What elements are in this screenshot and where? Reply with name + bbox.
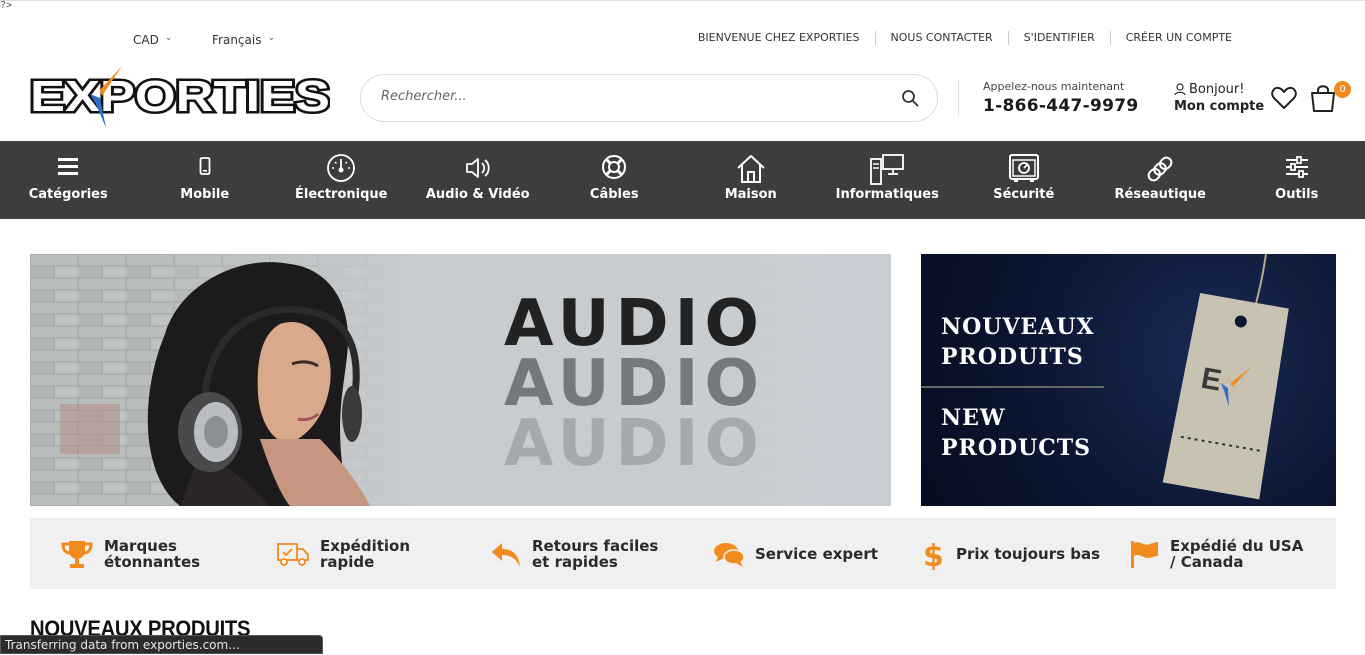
return-arrow-icon	[490, 539, 522, 569]
nav-item-computers[interactable]: Informatiques	[819, 141, 956, 219]
nouveaux-produits-text: NOUVEAUX PRODUITS	[941, 312, 1095, 372]
new-products-banner[interactable]: E NOUVEAUX PRODUITS NEW PRODUCTS	[921, 254, 1336, 506]
gauge-icon	[326, 153, 356, 183]
greeting-text: Bonjour!	[1189, 82, 1244, 97]
banner-line: NEW	[941, 403, 1091, 433]
search-input[interactable]	[381, 89, 861, 104]
nav-item-audio-video[interactable]: Audio & Vidéo	[410, 141, 547, 219]
nav-label: Sécurité	[993, 187, 1054, 202]
dollar-icon: $	[920, 538, 946, 570]
top-bar: CAD ⌄ Français ⌄ BIENVENUE CHEZ EXPORTIE…	[0, 0, 1365, 62]
welcome-link[interactable]: BIENVENUE CHEZ EXPORTIES	[683, 31, 875, 45]
top-links: BIENVENUE CHEZ EXPORTIES NOUS CONTACTER …	[683, 31, 1247, 45]
login-link[interactable]: S'IDENTIFIER	[1008, 31, 1110, 45]
feature-label: Expédition rapide	[320, 538, 430, 570]
user-icon	[1174, 83, 1186, 96]
nav-item-categories[interactable]: Catégories	[0, 141, 137, 219]
phone-number[interactable]: 1-866-447-9979	[983, 96, 1138, 116]
nav-label: Maison	[725, 187, 777, 202]
lifebuoy-icon	[599, 153, 629, 183]
wishlist-heart-icon[interactable]	[1271, 86, 1297, 110]
nav-label: Catégories	[29, 187, 108, 202]
delivery-truck-icon	[276, 540, 310, 568]
features-strip: Marques étonnantes Expédition rapide Ret…	[30, 518, 1336, 589]
nav-label: Outils	[1275, 187, 1318, 202]
phone-block: Appelez-nous maintenant 1-866-447-9979	[958, 80, 1138, 116]
house-icon	[735, 153, 767, 185]
feature-service: Service expert	[713, 518, 878, 589]
nav-label: Audio & Vidéo	[426, 187, 530, 202]
search-bar	[360, 74, 938, 122]
banner-line: NOUVEAUX	[941, 312, 1095, 342]
chevron-down-icon: ⌄	[267, 33, 275, 43]
sliders-icon	[1283, 153, 1311, 181]
feature-prices: $ Prix toujours bas	[920, 518, 1100, 589]
flag-icon	[1128, 539, 1160, 569]
contact-link[interactable]: NOUS CONTACTER	[875, 31, 1008, 45]
language-label: Français	[212, 33, 261, 47]
browser-status-bar: Transferring data from exporties.com...	[0, 635, 323, 654]
computer-icon	[870, 153, 904, 185]
currency-label: CAD	[133, 33, 159, 47]
logo-graphic: EXPORTIES EXPORTIES	[30, 64, 330, 130]
currency-selector[interactable]: CAD ⌄	[133, 33, 172, 47]
nav-label: Électronique	[295, 187, 388, 202]
svg-text:$: $	[923, 539, 944, 570]
price-tag-graphic: E	[921, 254, 1336, 506]
nav-label: Câbles	[590, 187, 639, 202]
feature-label: Retours faciles et rapides	[532, 538, 672, 570]
phone-label: Appelez-nous maintenant	[983, 80, 1138, 93]
feature-origin: Expédié du USA / Canada	[1128, 518, 1310, 589]
feature-returns: Retours faciles et rapides	[490, 518, 672, 589]
banner-line: PRODUITS	[941, 342, 1095, 372]
safe-icon	[1008, 153, 1040, 183]
feature-label: Prix toujours bas	[956, 546, 1100, 562]
hamburger-icon	[56, 153, 80, 179]
nav-item-cables[interactable]: Câbles	[546, 141, 683, 219]
nav-item-mobile[interactable]: Mobile	[137, 141, 274, 219]
new-products-text: NEW PRODUCTS	[941, 403, 1091, 463]
nav-item-networking[interactable]: Réseautique	[1092, 141, 1229, 219]
feature-label: Service expert	[755, 546, 878, 562]
cart-bag-icon[interactable]	[1309, 83, 1337, 113]
language-selector[interactable]: Français ⌄	[212, 33, 275, 47]
nav-item-electronics[interactable]: Électronique	[273, 141, 410, 219]
feature-label: Marques étonnantes	[104, 538, 234, 570]
trophy-icon	[60, 538, 94, 570]
nav-item-security[interactable]: Sécurité	[956, 141, 1093, 219]
nav-item-home[interactable]: Maison	[683, 141, 820, 219]
feature-shipping: Expédition rapide	[276, 518, 430, 589]
cart-count-badge: 0	[1334, 81, 1351, 98]
svg-text:EXPORTIES: EXPORTIES	[30, 72, 330, 121]
banner-line: PRODUCTS	[941, 433, 1091, 463]
nav-item-tools[interactable]: Outils	[1229, 141, 1365, 219]
nav-label: Mobile	[180, 187, 229, 202]
register-link[interactable]: CRÉER UN COMPTE	[1110, 31, 1247, 45]
chevron-down-icon: ⌄	[165, 33, 173, 43]
feature-label: Expédié du USA / Canada	[1170, 538, 1310, 570]
account-menu[interactable]: Bonjour! Mon compte	[1174, 82, 1264, 114]
feature-brands: Marques étonnantes	[60, 518, 234, 589]
nav-label: Informatiques	[836, 187, 939, 202]
audio-banner[interactable]: AUDIO AUDIO AUDIO	[30, 254, 891, 506]
chain-icon	[1144, 153, 1176, 185]
exporties-logo[interactable]: EXPORTIES EXPORTIES	[30, 64, 330, 130]
speaker-icon	[463, 153, 493, 183]
category-nav: Catégories Mobile Électronique Audio & V…	[0, 141, 1365, 219]
nav-label: Réseautique	[1115, 187, 1206, 202]
search-icon[interactable]	[901, 89, 919, 107]
audio-heading: AUDIO	[504, 412, 765, 476]
chat-bubbles-icon	[713, 540, 745, 568]
account-label: Mon compte	[1174, 99, 1264, 114]
mobile-phone-icon	[193, 153, 217, 179]
